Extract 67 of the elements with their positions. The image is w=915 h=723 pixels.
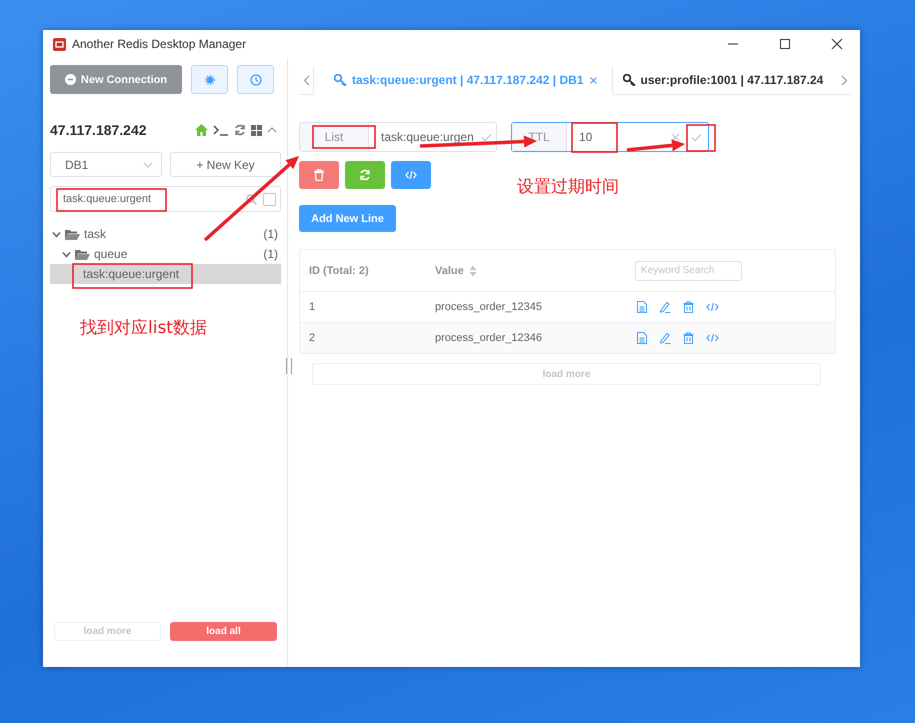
sort-icon[interactable]: [468, 264, 477, 276]
clock-icon: [250, 74, 262, 86]
key-icon: [334, 74, 347, 86]
chevron-down-icon: [143, 162, 153, 168]
search-icon[interactable]: [246, 194, 257, 204]
annotation-text: 找到对应list数据: [80, 317, 207, 339]
tree-item[interactable]: task (1): [50, 224, 281, 244]
db-select[interactable]: DB1: [50, 152, 162, 177]
refresh-icon[interactable]: [234, 124, 246, 136]
ttl-input-group[interactable]: TTL 10: [511, 122, 709, 152]
annotation-arrow: [626, 139, 685, 152]
code-view-button[interactable]: [391, 161, 431, 189]
table-cell-text: 1: [308, 301, 316, 313]
chevron-left-icon[interactable]: [302, 74, 310, 86]
history-button[interactable]: [237, 65, 274, 94]
terminal-icon[interactable]: [213, 124, 229, 136]
key-icon: [622, 74, 636, 86]
settings-icon: [204, 74, 214, 84]
edit-icon[interactable]: [659, 301, 671, 313]
trash-icon[interactable]: [683, 301, 694, 313]
grid-icon[interactable]: [251, 124, 262, 136]
maximize-icon[interactable]: [779, 38, 791, 50]
refresh-button[interactable]: [345, 161, 385, 189]
trash-icon[interactable]: [683, 332, 694, 344]
document-icon[interactable]: [637, 332, 647, 344]
chevron-down-icon[interactable]: [62, 250, 71, 258]
settings-button[interactable]: [191, 65, 228, 94]
column-header: ID (Total: 2): [308, 264, 370, 276]
key-name-field[interactable]: task:queue:urgen: [369, 130, 481, 144]
code-icon[interactable]: [706, 333, 719, 343]
window-title: Another Redis Desktop Manager: [72, 37, 248, 51]
code-icon: [405, 169, 417, 181]
highlight-box: [686, 124, 716, 152]
highlight-box: [312, 125, 376, 149]
chevron-up-icon[interactable]: [267, 125, 277, 135]
highlight-box: [571, 122, 618, 153]
document-icon[interactable]: [637, 301, 647, 313]
close-icon[interactable]: [831, 38, 843, 50]
check-icon[interactable]: [481, 132, 492, 142]
table-cell-text: process_order_12346: [435, 332, 544, 344]
edit-icon[interactable]: [659, 332, 671, 344]
resize-handle[interactable]: [286, 358, 292, 374]
server-name: 47.117.187.242: [50, 122, 147, 138]
tree-item[interactable]: task:queue:urgent: [50, 264, 281, 284]
check-icon[interactable]: [691, 132, 702, 142]
table-cell-text: process_order_12345: [435, 301, 544, 313]
folder-open-icon: [65, 228, 80, 240]
code-icon[interactable]: [706, 302, 719, 312]
refresh-icon: [359, 169, 371, 181]
annotation-text: 设置过期时间: [517, 176, 619, 198]
chevron-down-icon[interactable]: [52, 230, 61, 238]
folder-open-icon: [75, 248, 90, 260]
search-field[interactable]: task:queue:urgent: [50, 186, 281, 212]
clear-icon[interactable]: [671, 132, 680, 142]
new-connection-button[interactable]: New Connection: [50, 65, 182, 94]
trash-icon: [313, 169, 325, 181]
checkbox[interactable]: [263, 192, 276, 206]
keyword-search-field[interactable]: Keyword Search: [635, 260, 742, 280]
app-icon: [53, 38, 66, 50]
delete-button[interactable]: [299, 161, 339, 189]
column-header: Value: [435, 264, 464, 276]
new-key-button[interactable]: + New Key: [170, 152, 281, 177]
table-cell-text: 2: [308, 332, 316, 344]
chevron-right-icon[interactable]: [840, 74, 848, 86]
minus-circle-icon: [64, 74, 76, 85]
home-icon[interactable]: [195, 124, 208, 136]
tree-item[interactable]: queue (1): [50, 244, 281, 264]
